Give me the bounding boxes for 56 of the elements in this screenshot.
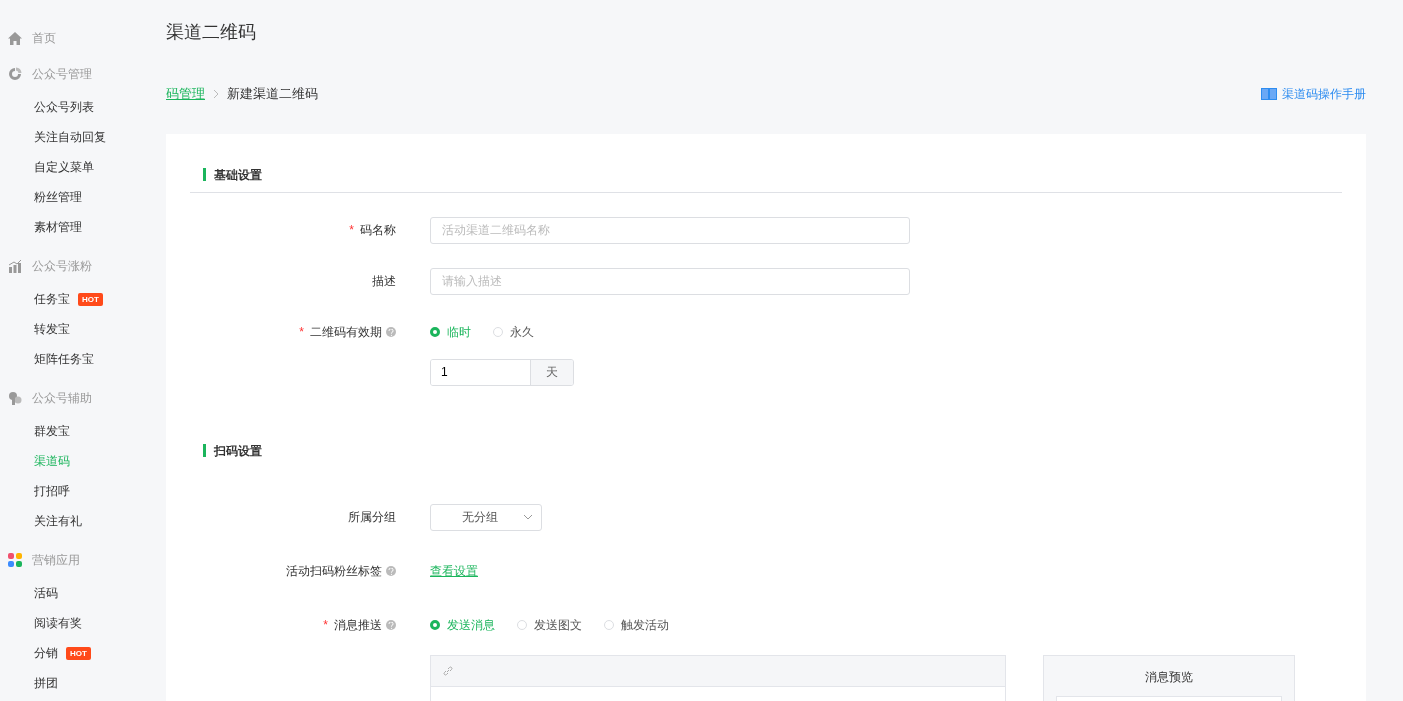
link-icon[interactable]: [443, 665, 453, 676]
caret-icon: [523, 514, 533, 520]
group-label: 公众号辅助: [32, 390, 92, 407]
hot-badge: HOT: [78, 292, 103, 306]
group-label: 营销应用: [32, 552, 80, 569]
section-title: 扫码设置: [214, 442, 262, 460]
sidebar-item[interactable]: 打招呼: [0, 476, 150, 506]
radio-option[interactable]: 触发活动: [604, 616, 669, 634]
required-mark: *: [349, 222, 354, 239]
radio-option[interactable]: 发送图文: [517, 616, 582, 634]
sidebar-item[interactable]: 素材管理: [0, 212, 150, 242]
sidebar-item[interactable]: 粉丝管理: [0, 182, 150, 212]
breadcrumb-current: 新建渠道二维码: [227, 85, 318, 103]
section-title: 基础设置: [214, 166, 262, 184]
preview-title: 消息预览: [1144, 668, 1194, 686]
required-mark: *: [323, 617, 328, 634]
group-select[interactable]: 无分组: [430, 503, 542, 531]
field-label: 所属分组: [348, 509, 396, 526]
field-label: 二维码有效期: [310, 324, 382, 341]
sidebar-item[interactable]: 阅读有奖: [0, 608, 150, 638]
sidebar-item[interactable]: 转发宝: [0, 314, 150, 344]
swirl-icon: [8, 67, 22, 81]
help-icon: [386, 620, 396, 630]
sidebar-item[interactable]: 自定义菜单: [0, 152, 150, 182]
sidebar-item[interactable]: 分销 HOT: [0, 638, 150, 668]
home-icon: [8, 31, 22, 45]
duration-field[interactable]: 1 天: [430, 358, 574, 386]
field-label: 活动扫码粉丝标签: [286, 563, 382, 580]
chevron-icon: [213, 88, 219, 99]
field-label: 描述: [372, 273, 396, 290]
field-label: 消息推送: [334, 617, 382, 634]
group-label: 公众号管理: [32, 66, 92, 83]
section-marker: [203, 168, 206, 181]
section-marker: [203, 444, 206, 457]
sidebar-item[interactable]: 关注有礼: [0, 506, 150, 536]
sidebar-item[interactable]: 矩阵任务宝: [0, 344, 150, 374]
sidebar-item[interactable]: 群发宝: [0, 416, 150, 446]
hot-badge: HOT: [66, 646, 91, 660]
sidebar-item[interactable]: 关注自动回复: [0, 122, 150, 152]
sidebar-item[interactable]: 拼团: [0, 668, 150, 698]
page-title: 渠道二维码: [166, 21, 257, 44]
sidebar-item[interactable]: 公众号列表: [0, 92, 150, 122]
help-icon: [386, 327, 396, 337]
text-field[interactable]: 请输入描述: [430, 267, 910, 295]
field-label: 码名称: [360, 222, 396, 239]
required-mark: *: [299, 324, 304, 341]
help-icon: [386, 566, 396, 576]
unit-label: 天: [531, 359, 573, 385]
radio-option[interactable]: 永久: [493, 323, 534, 341]
book-icon: [1261, 87, 1277, 100]
sidebar-item[interactable]: 任务宝 HOT: [0, 284, 150, 314]
sidebar-item[interactable]: 活码: [0, 578, 150, 608]
color-grid-icon: [8, 553, 22, 567]
group-label: 公众号涨粉: [32, 258, 92, 275]
bar-chart-icon: [8, 259, 22, 273]
group-label: 首页: [32, 30, 56, 47]
